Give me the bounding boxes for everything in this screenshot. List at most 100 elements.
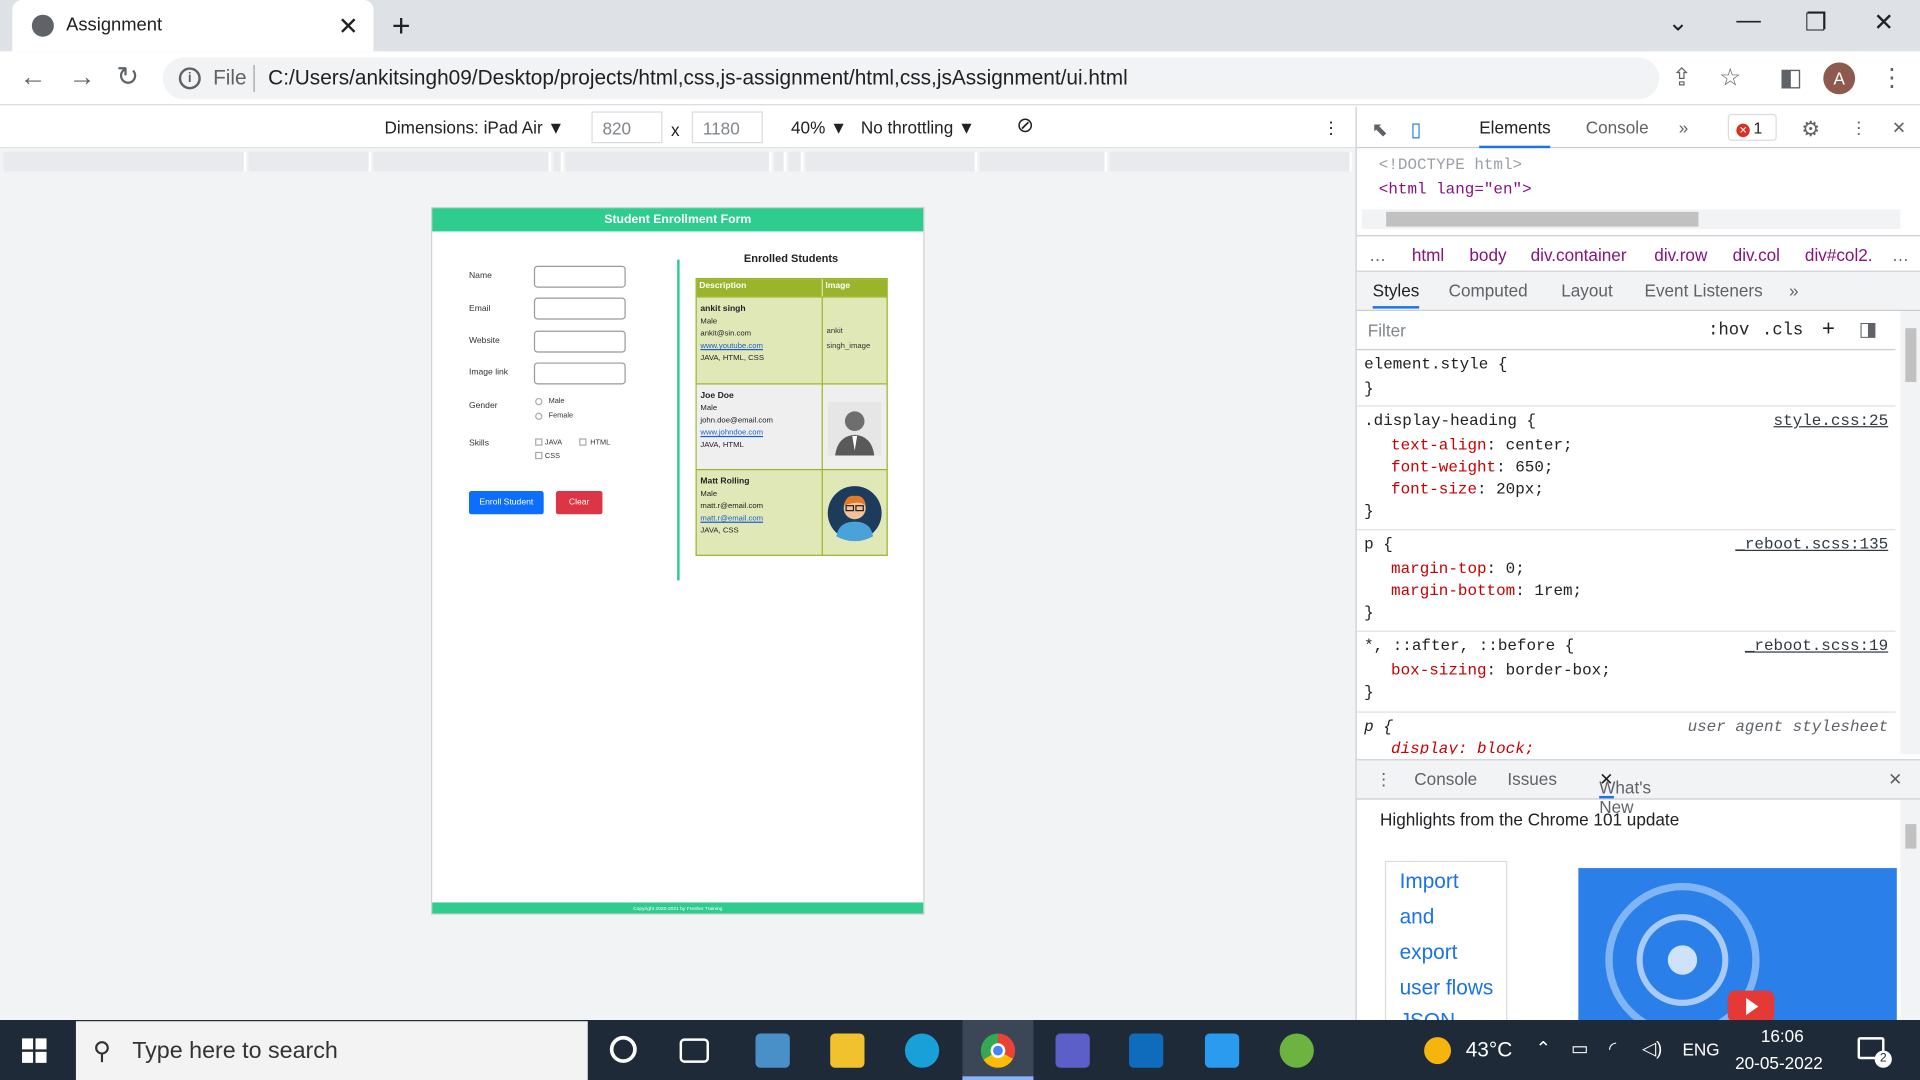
rule-selector[interactable]: *, ::after, ::before { <box>1364 637 1574 655</box>
style-property[interactable]: font-size: 20px; <box>1391 480 1544 498</box>
breadcrumb-item[interactable]: div.col <box>1733 245 1780 265</box>
edge-browser-icon[interactable] <box>904 1033 940 1068</box>
rule-selector[interactable]: element.style { <box>1364 355 1507 373</box>
breadcrumb-more-icon[interactable]: … <box>1892 245 1909 265</box>
hov-toggle[interactable]: :hov <box>1708 321 1749 341</box>
rule-source-link[interactable]: _reboot.scss:135 <box>1735 535 1888 553</box>
style-property[interactable]: font-weight: 650; <box>1391 458 1553 476</box>
html-node[interactable]: <html lang="en"> <box>1379 180 1532 198</box>
style-property[interactable]: text-align: center; <box>1391 436 1573 454</box>
style-property[interactable]: margin-top: 0; <box>1391 560 1525 578</box>
website-input[interactable] <box>533 330 626 353</box>
tab-computed[interactable]: Computed <box>1449 280 1528 300</box>
breadcrumb-item[interactable]: div#col2. <box>1805 245 1873 265</box>
style-property[interactable]: box-sizing: border-box; <box>1391 661 1611 679</box>
whats-new-video-thumbnail[interactable] <box>1578 868 1897 1022</box>
breadcrumb-item[interactable]: body <box>1469 245 1506 265</box>
whats-new-item[interactable]: Import and export user flows JSON <box>1384 860 1508 1022</box>
address-bar[interactable]: i File C:/Users/ankitsingh09/Desktop/pro… <box>162 57 1660 100</box>
email-input[interactable] <box>533 297 626 320</box>
gender-male-radio[interactable] <box>535 397 543 406</box>
device-height-input[interactable]: 1180 <box>691 111 763 144</box>
menu-kebab-icon[interactable]: ⋮ <box>1880 62 1904 93</box>
file-explorer-icon[interactable] <box>830 1033 865 1068</box>
drawer-tab-console[interactable]: Console <box>1414 769 1477 789</box>
whats-new-link[interactable]: export <box>1400 940 1458 964</box>
chrome-taskbar-button[interactable] <box>962 1020 1034 1080</box>
rule-selector[interactable]: .display-heading { <box>1364 411 1536 429</box>
devtools-menu-icon[interactable]: ⋮ <box>1850 118 1867 139</box>
forward-icon[interactable]: → <box>69 61 96 93</box>
back-icon[interactable]: ← <box>20 61 47 93</box>
language-indicator[interactable]: ENG <box>1682 1040 1719 1060</box>
whats-new-link[interactable]: Import <box>1400 869 1459 893</box>
style-property[interactable]: margin-bottom: 1rem; <box>1391 582 1582 600</box>
info-icon[interactable]: i <box>178 67 201 90</box>
student-website-link[interactable]: matt.r@email.com <box>700 514 763 523</box>
taskbar-search[interactable]: ⚲ Type here to search <box>75 1021 588 1080</box>
share-icon[interactable]: ⇪ <box>1671 62 1692 93</box>
breadcrumb-item[interactable]: html <box>1412 245 1444 265</box>
new-rule-icon[interactable]: + <box>1822 316 1835 342</box>
tab-styles[interactable]: Styles <box>1372 280 1420 309</box>
horizontal-scrollbar[interactable] <box>1361 209 1901 229</box>
restore-icon[interactable]: ❐ <box>1805 7 1827 38</box>
tab-console[interactable]: Console <box>1586 118 1649 138</box>
filter-input[interactable]: Filter <box>1368 321 1406 341</box>
spring-tool-icon[interactable] <box>1279 1033 1314 1068</box>
whats-new-link[interactable]: user flows <box>1400 976 1494 1000</box>
minimize-icon[interactable]: — <box>1736 7 1760 35</box>
profile-avatar[interactable]: A <box>1823 62 1856 95</box>
vertical-scrollbar[interactable] <box>1900 311 1920 755</box>
pc-app-icon[interactable] <box>755 1033 790 1068</box>
temperature[interactable]: 43°C <box>1466 1038 1513 1062</box>
vscode-icon[interactable] <box>1204 1033 1240 1068</box>
clear-button[interactable]: Clear <box>555 491 603 515</box>
whats-new-link[interactable]: and <box>1400 905 1435 929</box>
doctype-node[interactable]: <!DOCTYPE html> <box>1379 156 1522 174</box>
image-link-input[interactable] <box>533 362 626 385</box>
device-width-input[interactable]: 820 <box>591 111 663 144</box>
inspect-element-icon[interactable]: ⬉ <box>1371 118 1387 142</box>
bookmark-star-icon[interactable]: ☆ <box>1719 62 1741 93</box>
close-window-icon[interactable]: ✕ <box>1873 7 1894 38</box>
wifi-icon[interactable]: ◜ <box>1609 1037 1616 1059</box>
device-toggle-icon[interactable]: ▯ <box>1411 118 1422 142</box>
close-tab-icon[interactable]: ✕ <box>338 11 359 42</box>
student-website-link[interactable]: www.youtube.com <box>700 342 763 351</box>
battery-icon[interactable]: ▭ <box>1571 1037 1588 1059</box>
device-more-icon[interactable]: ⋮ <box>1322 118 1339 139</box>
windows-start-icon[interactable] <box>22 1038 47 1063</box>
skill-css-checkbox[interactable] <box>535 451 543 460</box>
error-count-badge[interactable]: ✕ 1 <box>1727 113 1777 141</box>
url-text[interactable]: C:/Users/ankitsingh09/Desktop/projects/h… <box>268 66 1128 90</box>
student-website-link[interactable]: www.johndoe.com <box>700 429 763 438</box>
skill-html-checkbox[interactable] <box>579 438 587 446</box>
rule-source-link[interactable]: style.css:25 <box>1774 411 1889 429</box>
zoom-dropdown[interactable]: 40% ▼ <box>791 118 847 138</box>
name-input[interactable] <box>533 265 626 288</box>
style-property[interactable]: display: block; <box>1391 740 1534 755</box>
tab-event-listeners[interactable]: Event Listeners <box>1645 280 1763 300</box>
throttling-dropdown[interactable]: No throttling ▼ <box>861 118 975 138</box>
clock-date[interactable]: 20-05-2022 <box>1735 1053 1823 1073</box>
drawer-scrollbar[interactable] <box>1900 799 1920 1022</box>
more-subtabs-icon[interactable]: » <box>1789 280 1799 300</box>
media-query-ruler[interactable] <box>0 148 1356 176</box>
weather-icon[interactable] <box>1424 1037 1452 1065</box>
reload-icon[interactable]: ↻ <box>116 61 139 93</box>
side-panel-icon[interactable]: ◧ <box>1779 62 1802 93</box>
breadcrumb-item[interactable]: div.container <box>1531 245 1627 265</box>
drawer-tab-issues[interactable]: Issues <box>1507 769 1557 789</box>
breadcrumb-overflow-icon[interactable]: … <box>1369 245 1386 265</box>
more-tabs-icon[interactable]: » <box>1679 118 1689 138</box>
task-view-icon[interactable] <box>679 1038 709 1063</box>
drawer-tab-whats-new[interactable]: What's New ✕ <box>1599 769 1651 817</box>
rule-selector[interactable]: p { <box>1364 718 1393 736</box>
rule-selector[interactable]: p { <box>1364 535 1393 553</box>
outlook-icon[interactable] <box>1128 1033 1164 1068</box>
cortana-icon[interactable] <box>609 1035 637 1063</box>
browser-tab[interactable]: Assignment ✕ <box>12 0 374 52</box>
device-dimensions-dropdown[interactable]: Dimensions: iPad Air ▼ <box>384 118 564 138</box>
cls-toggle[interactable]: .cls <box>1762 321 1803 341</box>
